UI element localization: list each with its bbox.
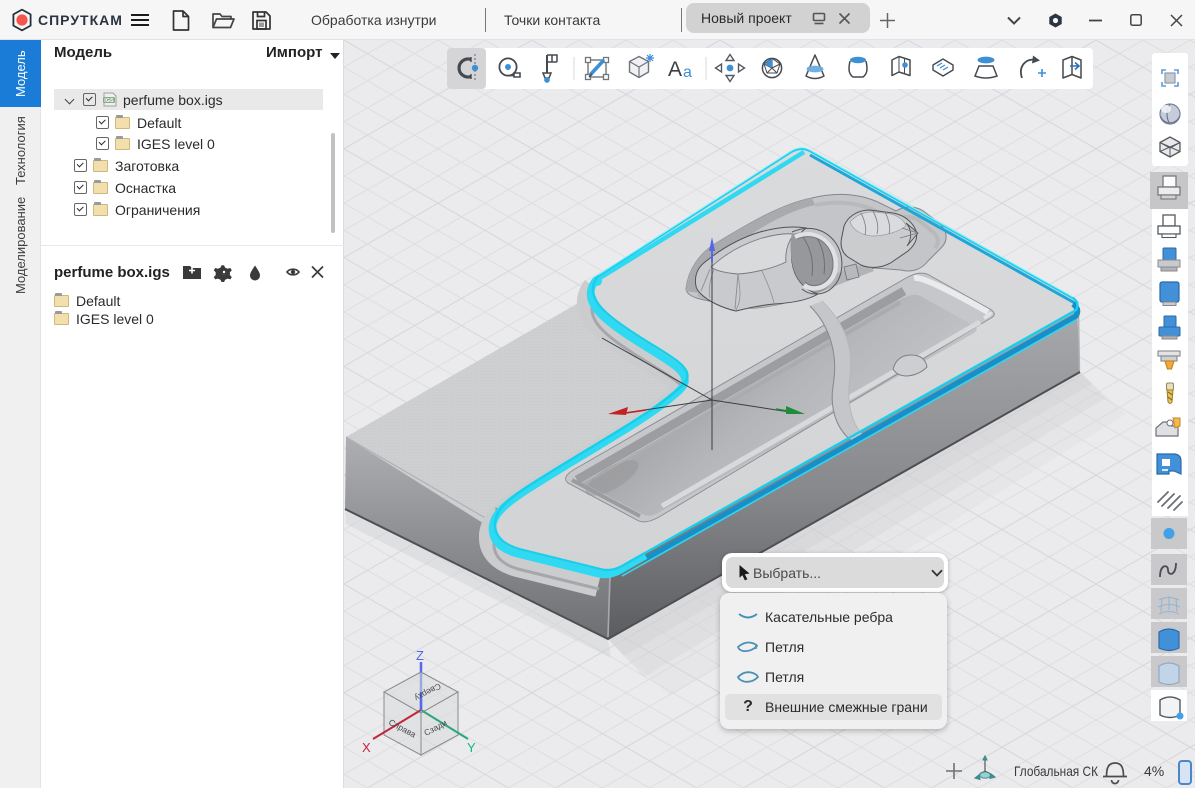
svg-text:Глобальная СК: Глобальная СК <box>1014 763 1099 779</box>
svg-text:A: A <box>668 58 682 81</box>
svg-text:Y: Y <box>467 740 476 755</box>
svg-text:4%: 4% <box>1144 763 1164 779</box>
svg-text:IGS: IGS <box>104 98 114 104</box>
svg-text:a: a <box>683 64 692 81</box>
svg-text:Z: Z <box>416 648 424 663</box>
svg-text:X: X <box>362 740 371 755</box>
